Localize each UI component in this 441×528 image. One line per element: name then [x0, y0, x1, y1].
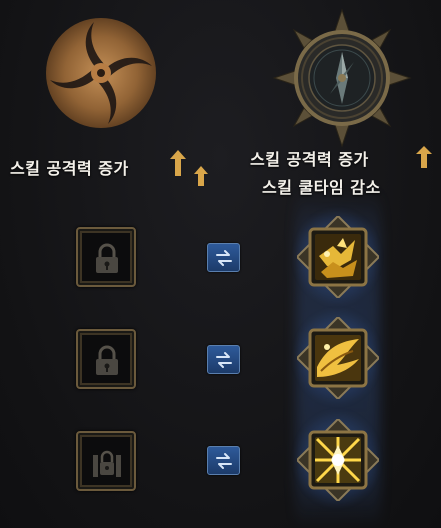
- radiant-burst-skill-icon[interactable]: [297, 419, 379, 501]
- golden-birds-skill-icon[interactable]: [297, 216, 379, 298]
- swap-arrows-icon: [216, 352, 232, 368]
- right-rank-label-line1: 스킬 공격력 증가: [250, 150, 369, 169]
- arrow-up-icon: [170, 150, 186, 176]
- padlock-icon: [96, 243, 118, 273]
- swap-button[interactable]: [207, 446, 240, 475]
- locked-skill-slot[interactable]: [76, 227, 136, 287]
- arrow-up-icon: [416, 146, 432, 168]
- compass-emblem-icon: [272, 8, 412, 148]
- swirl-emblem-icon: [46, 18, 156, 128]
- swap-arrows-icon: [216, 250, 232, 266]
- gate-lock-icon: [93, 450, 121, 477]
- arrow-up-small-icon: [194, 166, 208, 186]
- swap-arrows-icon: [216, 453, 232, 469]
- left-rank-label: 스킬 공격력 증가: [10, 159, 129, 178]
- golden-wing-skill-icon[interactable]: [297, 317, 379, 399]
- locked-skill-slot[interactable]: [76, 329, 136, 389]
- padlock-icon: [96, 345, 118, 375]
- swap-button[interactable]: [207, 345, 240, 374]
- swap-button[interactable]: [207, 243, 240, 272]
- locked-skill-slot[interactable]: [76, 431, 136, 491]
